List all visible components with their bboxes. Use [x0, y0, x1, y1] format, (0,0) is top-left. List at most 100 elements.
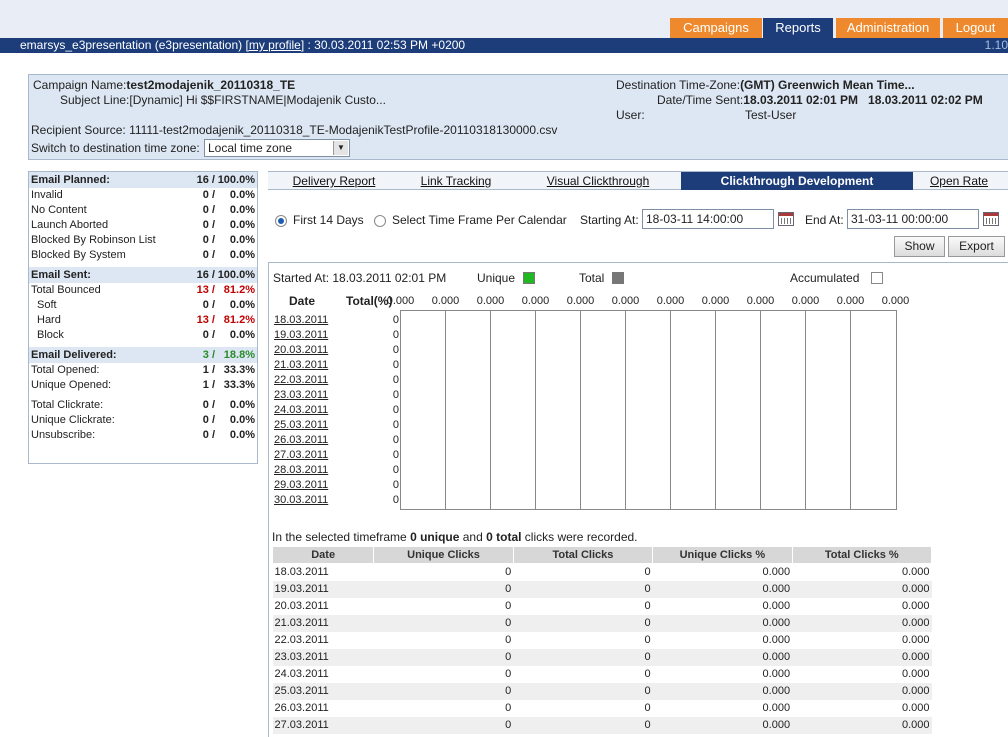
table-row: 24.03.2011 0 0 0.000 0.000 — [273, 666, 932, 683]
stat-row: Total Clickrate: 0 / 0.0% — [29, 398, 257, 413]
accumulated-checkbox[interactable] — [871, 272, 883, 284]
stat-row: Total Opened: 1 / 33.3% — [29, 363, 257, 378]
tab-delivery-report[interactable]: Delivery Report — [282, 172, 386, 190]
nav-tab-administration[interactable]: Administration — [836, 18, 940, 38]
table-header-cell[interactable]: Date — [271, 546, 375, 564]
stat-row: Launch Aborted 0 / 0.0% — [29, 218, 257, 233]
chart-date-link[interactable]: 24.03.2011 — [274, 404, 328, 416]
end-date-input[interactable]: 31-03-11 00:00:00 — [847, 209, 979, 229]
table-cell: 0.000 — [762, 634, 791, 646]
nav-tab-logout[interactable]: Logout — [943, 18, 1008, 38]
stat-percent: 0.0% — [229, 329, 255, 341]
stat-count: 0 / — [202, 204, 215, 216]
tab-clickthrough-development[interactable]: Clickthrough Development — [681, 172, 913, 190]
tab-link-tracking[interactable]: Link Tracking — [411, 172, 501, 190]
chart-scale-label: 0.000 — [386, 295, 415, 307]
timezone-select-value: Local time zone — [208, 141, 293, 155]
chart-date-link[interactable]: 18.03.2011 — [274, 314, 328, 326]
chart-scale-label: 0.000 — [791, 295, 820, 307]
chart-date-link[interactable]: 28.03.2011 — [274, 464, 328, 476]
chart-date-link[interactable]: 19.03.2011 — [274, 329, 328, 341]
chart-date-link[interactable]: 25.03.2011 — [274, 419, 328, 431]
subject-line: [Dynamic] Hi $$FIRSTNAME|Modajenik Custo… — [129, 93, 386, 107]
nav-tab-reports[interactable]: Reports — [763, 18, 833, 38]
table-header-cell[interactable]: Unique Clicks — [373, 546, 514, 564]
chart-date-link[interactable]: 26.03.2011 — [274, 434, 328, 446]
stat-label: Total Bounced — [31, 284, 101, 296]
stat-percent: 18.8% — [223, 349, 255, 361]
summary-mid: and — [459, 530, 487, 544]
stat-row: Invalid 0 / 0.0% — [29, 188, 257, 203]
table-header-cell[interactable]: Total Clicks % — [791, 546, 933, 564]
table-cell: 0 — [513, 614, 653, 632]
table-cell: 27.03.2011 — [272, 716, 374, 734]
chart-gridline — [535, 311, 536, 509]
table-cell: 0 — [644, 702, 651, 714]
chart-plot-area — [400, 310, 897, 510]
chart-date-link[interactable]: 30.03.2011 — [274, 494, 328, 506]
stat-label: Email Planned: — [31, 174, 110, 186]
table-cell: 0 — [513, 716, 653, 734]
campaign-name: test2modajenik_20110318_TE — [126, 78, 296, 92]
chevron-down-icon[interactable]: ▼ — [333, 141, 348, 155]
stat-label: Blocked By Robinson List — [31, 234, 156, 246]
chart-total-value: 0 — [392, 389, 399, 401]
stat-count: 0 / — [202, 234, 215, 246]
first-14-days-radio[interactable] — [275, 215, 287, 227]
start-date-input[interactable]: 18-03-11 14:00:00 — [642, 209, 774, 229]
user-field-label: User: — [616, 108, 645, 122]
table-header-cell[interactable]: Unique Clicks % — [652, 546, 793, 564]
stat-percent: 0.0% — [229, 414, 255, 426]
stat-count: 0 / — [202, 249, 215, 261]
chart-total-value: 0 — [392, 404, 399, 416]
table-cell: 0 — [505, 566, 512, 579]
table-cell: 0 — [505, 634, 512, 646]
stat-label: Hard — [37, 314, 61, 326]
show-button[interactable]: Show — [894, 236, 945, 257]
export-button[interactable]: Export — [948, 236, 1005, 257]
table-cell: 25.03.2011 — [272, 682, 374, 700]
nav-tab-campaigns[interactable]: Campaigns — [670, 18, 762, 38]
tab-open-rate[interactable]: Open Rate — [920, 172, 998, 190]
chart-date-link[interactable]: 23.03.2011 — [274, 389, 328, 401]
table-cell: 24.03.2011 — [274, 668, 329, 680]
chart-scale-label: 0.000 — [566, 295, 595, 307]
tab-visual-clickthrough[interactable]: Visual Clickthrough — [538, 172, 658, 190]
timezone-select[interactable]: Local time zone ▼ — [204, 139, 350, 157]
table-body: 18.03.2011 0 0 0.000 0.000 19.03.2011 0 0 0.000 0… — [272, 564, 932, 734]
chart-total-value: 0 — [392, 449, 399, 461]
table-cell: 0.000 — [901, 634, 930, 646]
chart-date-link[interactable]: 29.03.2011 — [274, 479, 328, 491]
summary-total: 0 total — [486, 530, 522, 544]
chart-gridline — [580, 311, 581, 509]
stat-count: 0 / — [202, 219, 215, 231]
chart-scale-label: 0.000 — [431, 295, 460, 307]
table-cell: 0 — [505, 668, 512, 680]
chart-gridline — [670, 311, 671, 509]
stat-row: Email Sent: 16 /100.0% — [29, 267, 257, 283]
chart-gridline — [805, 311, 806, 509]
calendar-radio[interactable] — [374, 215, 386, 227]
stat-row: Block 0 / 0.0% — [29, 328, 257, 343]
chart-date-link[interactable]: 21.03.2011 — [274, 359, 328, 371]
calendar-label: Select Time Frame Per Calendar — [392, 213, 567, 227]
my-profile-link[interactable]: [my profile] — [245, 38, 304, 52]
stat-label: Unsubscribe: — [31, 429, 96, 441]
chart-date-link[interactable]: 20.03.2011 — [274, 344, 328, 356]
stat-percent: 81.2% — [223, 314, 255, 326]
stat-row: Unsubscribe: 0 / 0.0% — [29, 428, 257, 443]
stat-percent: 33.3% — [223, 364, 255, 376]
user-label: emarsys_e3presentation (e3presentation) — [20, 38, 243, 52]
first-14-days-label: First 14 Days — [293, 213, 364, 227]
chart-date-link[interactable]: 27.03.2011 — [274, 449, 328, 461]
table-cell: 0.000 — [792, 648, 932, 666]
stat-count: 0 / — [202, 329, 215, 341]
stat-row: Blocked By System 0 / 0.0% — [29, 248, 257, 263]
calendar-icon[interactable] — [778, 212, 794, 226]
chart-scale-label: 0.000 — [476, 295, 505, 307]
calendar-icon[interactable] — [983, 212, 999, 226]
table-header-cell[interactable]: Total Clicks — [512, 546, 654, 564]
chart-date-link[interactable]: 22.03.2011 — [274, 374, 328, 386]
legend-total-swatch — [612, 272, 624, 284]
stat-percent: 81.2% — [223, 284, 255, 296]
